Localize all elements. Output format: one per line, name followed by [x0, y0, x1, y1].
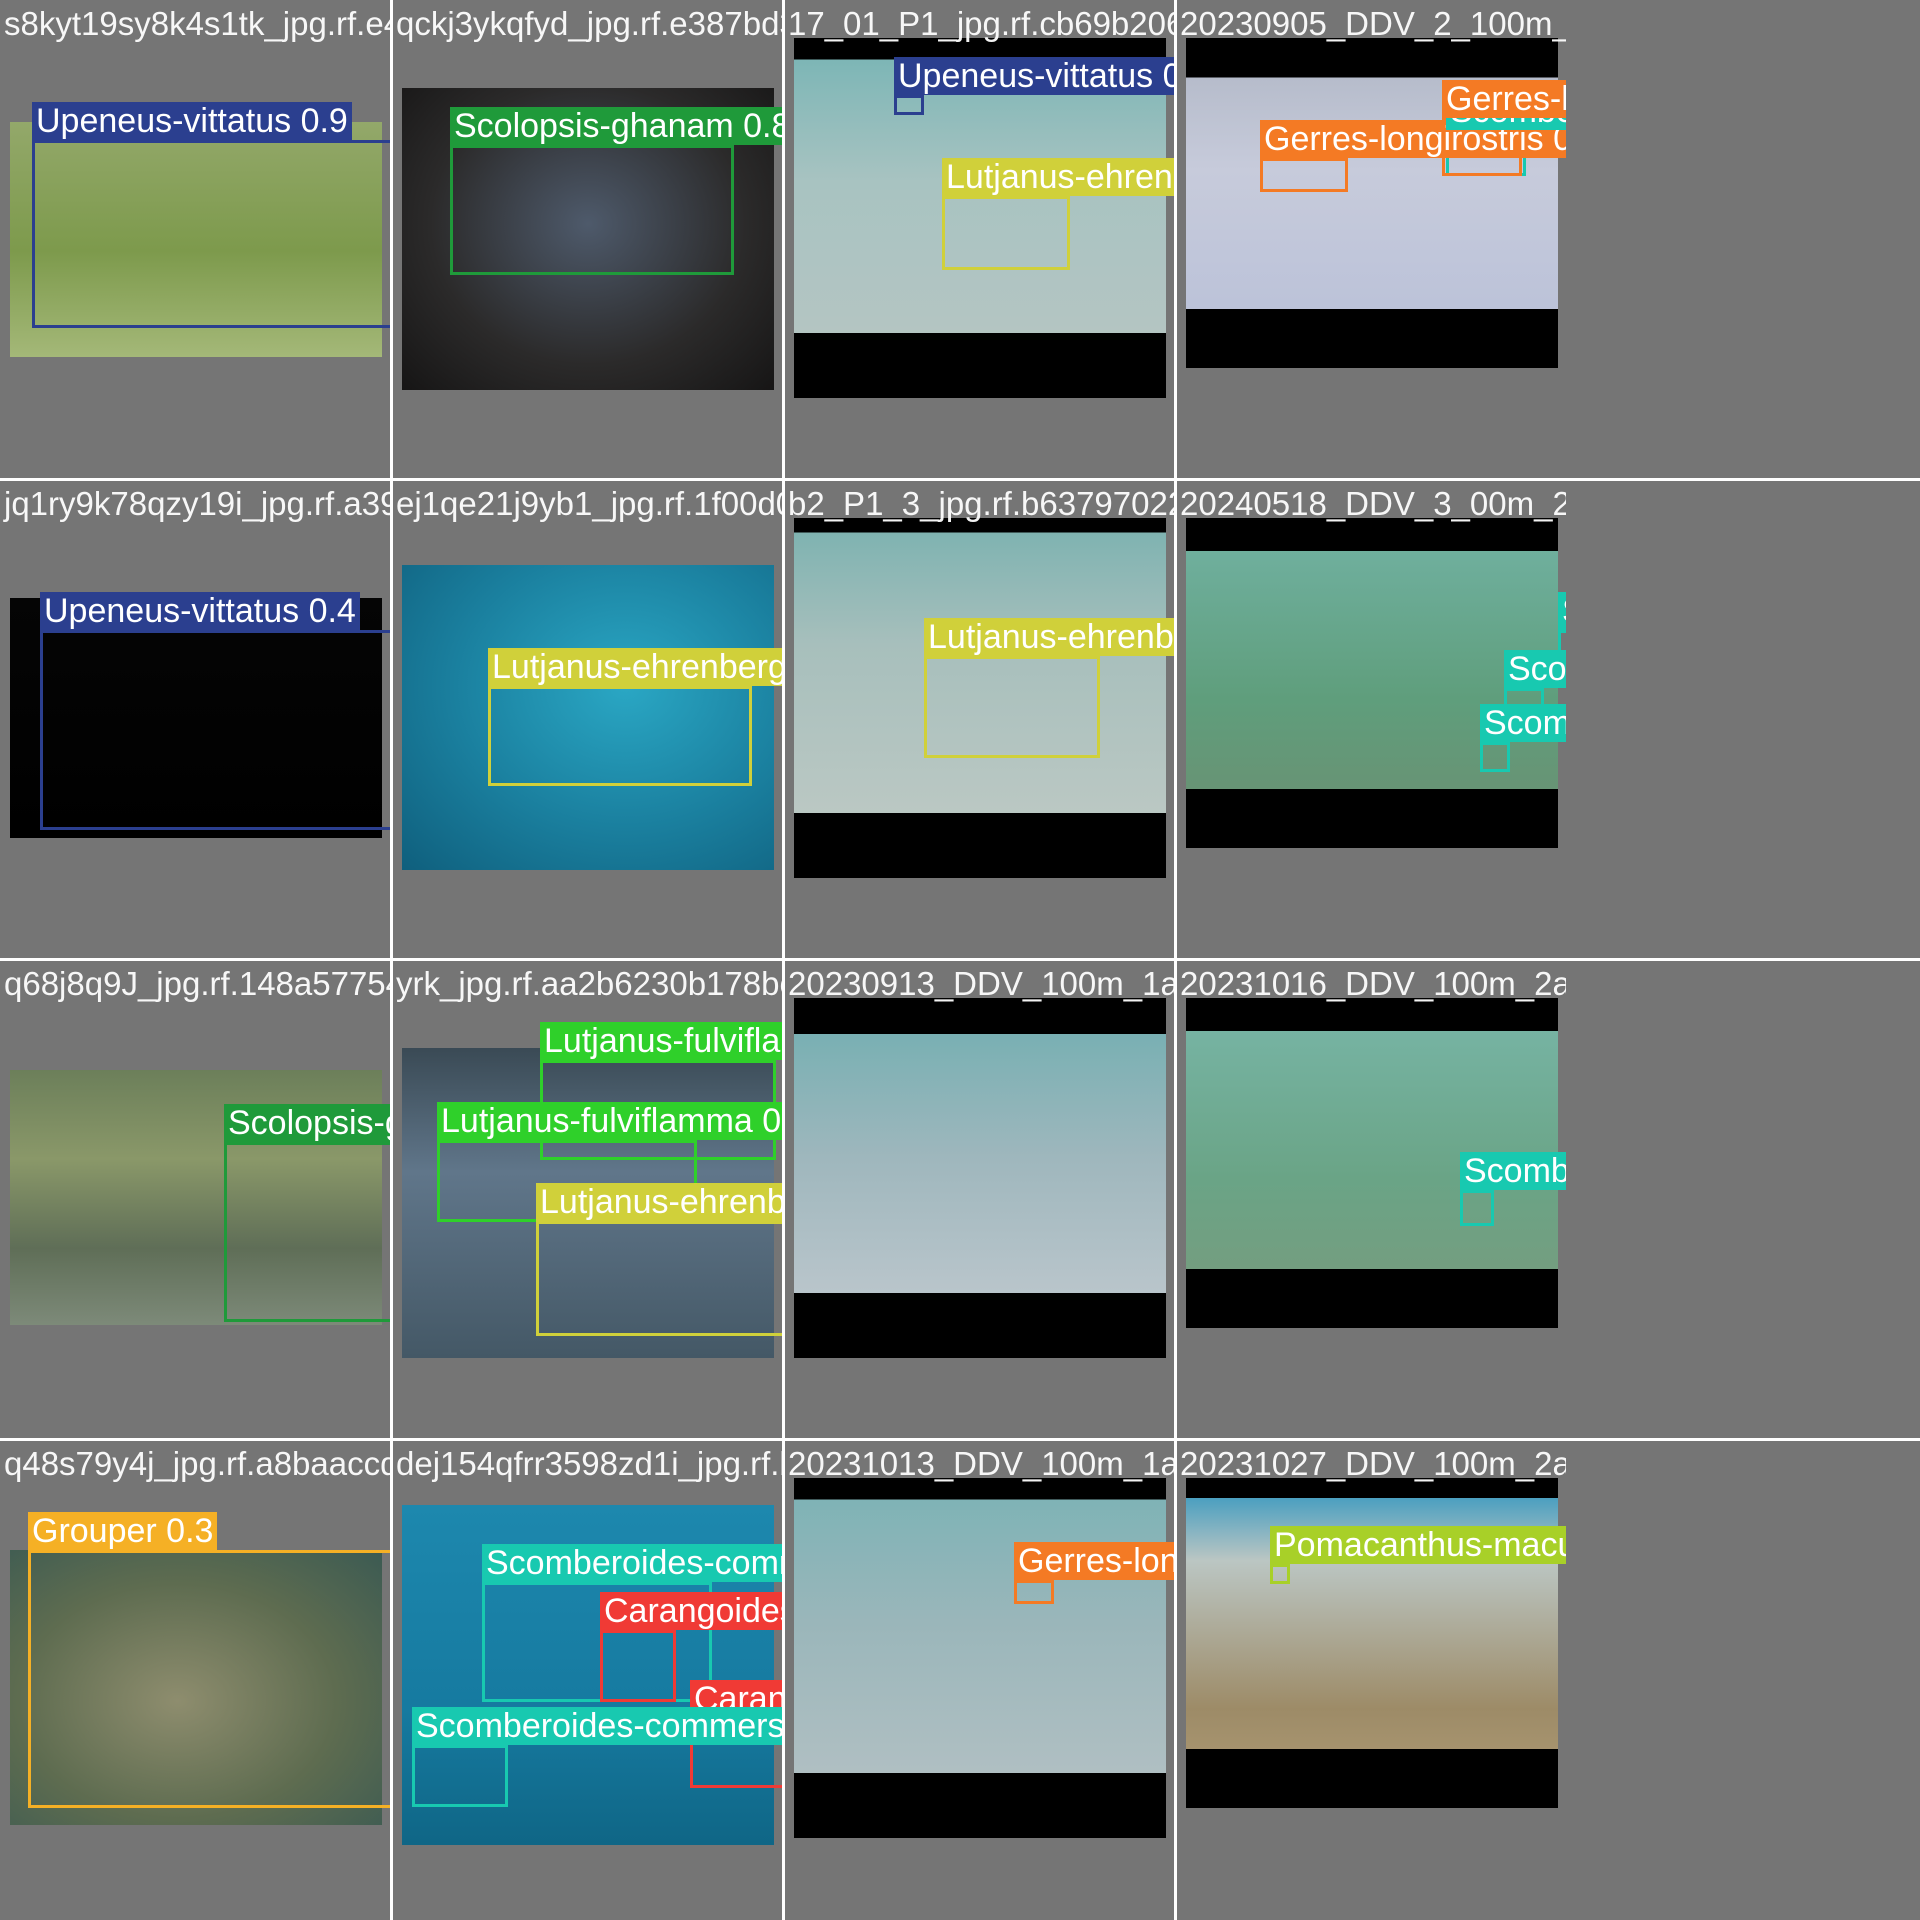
photo-sand-plain: [794, 998, 1166, 1358]
detection-box: [1460, 1190, 1494, 1226]
mosaic-tile: 20230905_DDV_2_100m_1b_Gerres-longirostr…: [1176, 0, 1566, 480]
detection-box: [894, 95, 924, 115]
detection-box: [942, 196, 1070, 270]
detection-label: Upeneus-vittatus 0.4: [40, 592, 360, 630]
detection-box: [32, 140, 390, 328]
detection-label: Lutjanus-ehrenbergii 0.9: [924, 618, 1174, 656]
detection-label: Scolopsis-ghanam 0.8: [224, 1104, 390, 1142]
detection-box: [488, 686, 752, 786]
detection-label: Scomberoides: [1460, 1152, 1566, 1190]
letterbox-band: [794, 1773, 1166, 1838]
detection-box: [600, 1630, 676, 1702]
detection-label: Scomb: [1558, 592, 1566, 630]
letterbox-band: [794, 1293, 1166, 1358]
detection-label: Gerres-longi: [1442, 80, 1566, 118]
letterbox-band: [1186, 1268, 1558, 1328]
detection-box: [1480, 742, 1510, 772]
image-filename: s8kyt19sy8k4s1tk_jpg.rf.e40cfcb3cdc4fd4f…: [4, 5, 390, 42]
photo-seafloor-haze: [794, 1478, 1166, 1838]
mosaic-tile: q48s79y4j_jpg.rf.a8baaccd5 Grouper 0.3: [0, 1440, 390, 1920]
image-filename: q68j8q9J_jpg.rf.148a57754b248k4679847d3e: [4, 965, 390, 1002]
mosaic-tile: 20230913_DDV_100m_1a1_: [784, 960, 1174, 1440]
mosaic-tile: 20240518_DDV_3_00m_2a_ Scomb Scomberoides S…: [1176, 480, 1566, 960]
image-filename: 20230913_DDV_100m_1a1_: [788, 965, 1174, 1002]
letterbox-band: [794, 333, 1166, 398]
detection-label: Scomberoides: [1480, 704, 1566, 742]
detection-box: [28, 1550, 390, 1808]
image-filename: ej1qe21j9yb1_jpg.rf.1f00d09412f30c93: [396, 485, 782, 522]
divider-h3: [0, 1438, 1920, 1441]
detection-box: [924, 656, 1100, 758]
image-filename: jq1ry9k78qzy19i_jpg.rf.a394e11a821f9eb14…: [4, 485, 390, 522]
detection-label: Lutjanus-ehrenbergii 0.7: [536, 1183, 782, 1221]
photo-green-murk: [1186, 518, 1558, 848]
divider-h1: [0, 478, 1920, 481]
detection-box: [224, 1142, 390, 1322]
detection-box: [1270, 1564, 1290, 1584]
image-filename: dej154qfrr3598zd1i_jpg.rf.b00288913a612: [396, 1445, 782, 1482]
image-filename: 20231016_DDV_100m_2a_: [1180, 965, 1566, 1002]
detection-label: Upeneus-vittatus 0.9: [32, 102, 352, 140]
image-filename: 20231027_DDV_100m_2a_: [1180, 1445, 1566, 1482]
mosaic-tile: 17_01_P1_jpg.rf.cb69b2064ab023a9035d4e2 U…: [784, 0, 1174, 480]
mosaic-tile: b2_P1_3_jpg.rf.b63797022e64 Lutjanus-ehre…: [784, 480, 1174, 960]
mosaic-tile: 20231016_DDV_100m_2a_ Scomberoides: [1176, 960, 1566, 1440]
image-filename: yrk_jpg.rf.aa2b6230b178bc: [396, 965, 782, 1002]
detection-label: Scolopsis-ghanam 0.8: [450, 107, 782, 145]
detection-box: [536, 1221, 782, 1336]
detection-box: [1260, 158, 1348, 192]
mosaic-tile: jq1ry9k78qzy19i_jpg.rf.a394e11a821f9eb14…: [0, 480, 390, 960]
letterbox-band: [1186, 1748, 1558, 1808]
detection-label: Lutjanus-fulviflamma 0.5: [540, 1022, 782, 1060]
divider-h2: [0, 958, 1920, 961]
image-filename: b2_P1_3_jpg.rf.b63797022e64: [788, 485, 1174, 522]
mosaic-tile: yrk_jpg.rf.aa2b6230b178bc Lutjanus-fulvif…: [392, 960, 782, 1440]
image-filename: 20231013_DDV_100m_1a2_: [788, 1445, 1174, 1482]
letterbox-band: [1186, 308, 1558, 368]
image-filename: 20240518_DDV_3_00m_2a_: [1180, 485, 1566, 522]
detection-label: Lutjanus-ehrenbergii 0.5: [488, 648, 782, 686]
mosaic-tile: 20231013_DDV_100m_1a2_ Gerres-longirostri…: [784, 1440, 1174, 1920]
mosaic-tile: 20231027_DDV_100m_2a_ Pomacanthus-maculos…: [1176, 1440, 1566, 1920]
mosaic-tile: dej154qfrr3598zd1i_jpg.rf.b00288913a612 S…: [392, 1440, 782, 1920]
image-filename: q48s79y4j_jpg.rf.a8baaccd5: [4, 1445, 390, 1482]
detection-label: Lutjanus-ehrenbergii 0.9: [942, 158, 1174, 196]
detection-label: Upeneus-vittatus 0.6: [894, 57, 1174, 95]
mosaic-tile: ej1qe21j9yb1_jpg.rf.1f00d09412f30c93 Lutj…: [392, 480, 782, 960]
detection-label: Gerres-longirostris 0.5: [1014, 1542, 1174, 1580]
detection-label: Grouper 0.3: [28, 1512, 218, 1550]
mosaic-tile: q68j8q9J_jpg.rf.148a57754b248k4679847d3e…: [0, 960, 390, 1440]
letterbox-band: [1186, 788, 1558, 848]
detection-label: Lutjanus-fulviflamma 0.6: [437, 1102, 782, 1140]
detection-label: Carangoides-bajad 0.6: [600, 1592, 782, 1630]
detection-label: Pomacanthus-maculosus: [1270, 1526, 1566, 1564]
detection-box: [450, 145, 734, 275]
detection-label: Scomberoides: [1504, 650, 1566, 688]
letterbox-band: [794, 813, 1166, 878]
image-filename: 20230905_DDV_2_100m_1b_: [1180, 5, 1566, 42]
detection-box: [412, 1745, 508, 1807]
detection-label: Scomberoides-commersonnianus 0.9: [482, 1544, 782, 1582]
mosaic-tile: s8kyt19sy8k4s1tk_jpg.rf.e40cfcb3cdc4fd4f…: [0, 0, 390, 480]
detection-box: [40, 630, 390, 830]
detection-label: Scomberoides-commersonnianus 0.6: [412, 1707, 782, 1745]
detection-box: [1014, 1580, 1054, 1604]
image-filename: qckj3ykqfyd_jpg.rf.e387bd35d2ff8d61909f9…: [396, 5, 782, 42]
image-filename: 17_01_P1_jpg.rf.cb69b2064ab023a9035d4e2: [788, 5, 1174, 42]
mosaic-tile: qckj3ykqfyd_jpg.rf.e387bd35d2ff8d61909f9…: [392, 0, 782, 480]
